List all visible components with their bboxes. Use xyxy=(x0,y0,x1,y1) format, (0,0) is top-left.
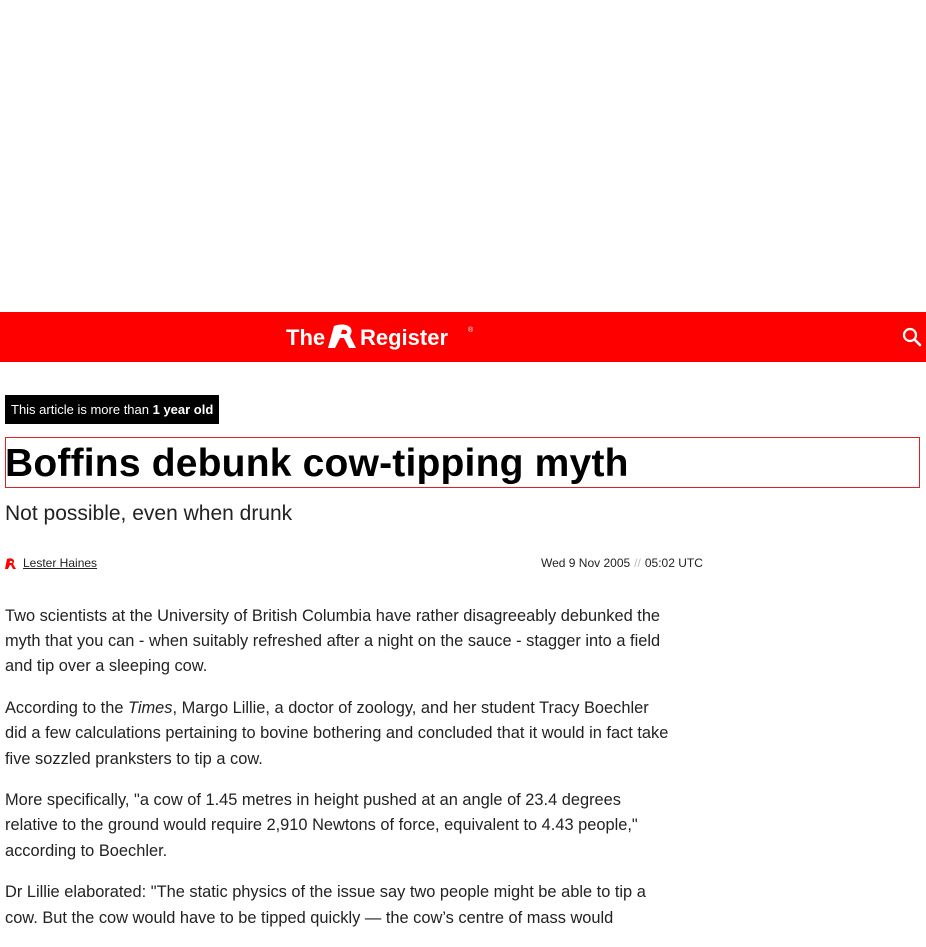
article-paragraph: More specifically, "a cow of 1.45 metres… xyxy=(5,791,638,860)
article-paragraph: Two scientists at the University of Brit… xyxy=(5,607,661,676)
date-separator: // xyxy=(634,556,641,570)
age-badge-age: 1 year old xyxy=(152,402,214,417)
article-time: 05:02 UTC xyxy=(644,556,703,570)
ad-space xyxy=(0,0,926,312)
age-badge-prefix: This article is more than xyxy=(11,402,153,417)
article-age-badge: This article is more than 1 year old xyxy=(5,395,220,424)
register-r-icon xyxy=(5,558,16,569)
dateline: Wed 9 Nov 2005//05:02 UTC xyxy=(541,556,703,570)
svg-text:Register: Register xyxy=(360,325,448,350)
author-link[interactable]: Lester Haines xyxy=(23,556,97,570)
paragraph-lead: According to the xyxy=(5,699,129,718)
times-publication: Times xyxy=(128,699,173,718)
article-date: Wed 9 Nov 2005 xyxy=(541,556,631,570)
register-logo[interactable]: The Register ® xyxy=(286,322,478,352)
article-paragraph: According to the Times, Margo Lillie, a … xyxy=(5,696,670,772)
svg-text:®: ® xyxy=(468,326,474,334)
search-icon[interactable] xyxy=(902,327,922,347)
svg-text:The: The xyxy=(286,325,325,350)
paragraph-rest: did a few calculations pertaining to bov… xyxy=(5,724,669,768)
article-paragraph: Dr Lillie elaborated: "The static physic… xyxy=(5,883,646,927)
site-header: The Register ® xyxy=(0,312,926,362)
byline: Lester Haines xyxy=(5,556,97,570)
article-body: Two scientists at the University of Brit… xyxy=(5,604,670,947)
article-standfirst: Not possible, even when drunk xyxy=(5,502,293,525)
article-headline: Boffins debunk cow-tipping myth xyxy=(5,442,629,485)
paragraph-mid: , Margo Lillie, a doctor of zoology, and… xyxy=(172,699,649,718)
